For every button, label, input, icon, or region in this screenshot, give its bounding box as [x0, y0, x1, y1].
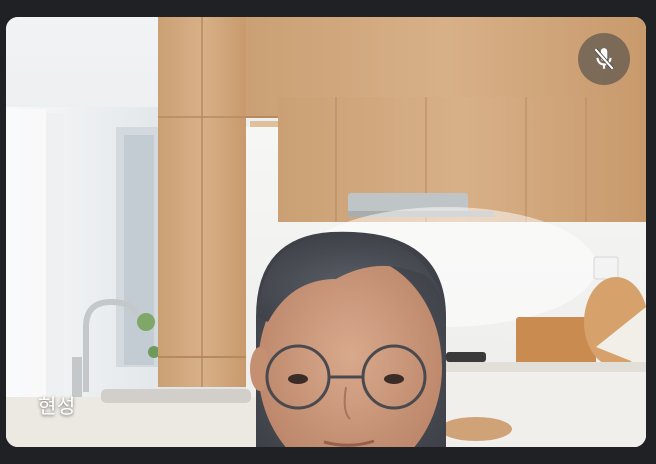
- participant-video-tile[interactable]: 현성: [6, 17, 646, 447]
- mic-off-icon: [593, 47, 615, 71]
- camera-feed: [6, 17, 646, 447]
- participant-name: 현성: [38, 394, 76, 418]
- mic-muted-indicator[interactable]: [578, 33, 630, 85]
